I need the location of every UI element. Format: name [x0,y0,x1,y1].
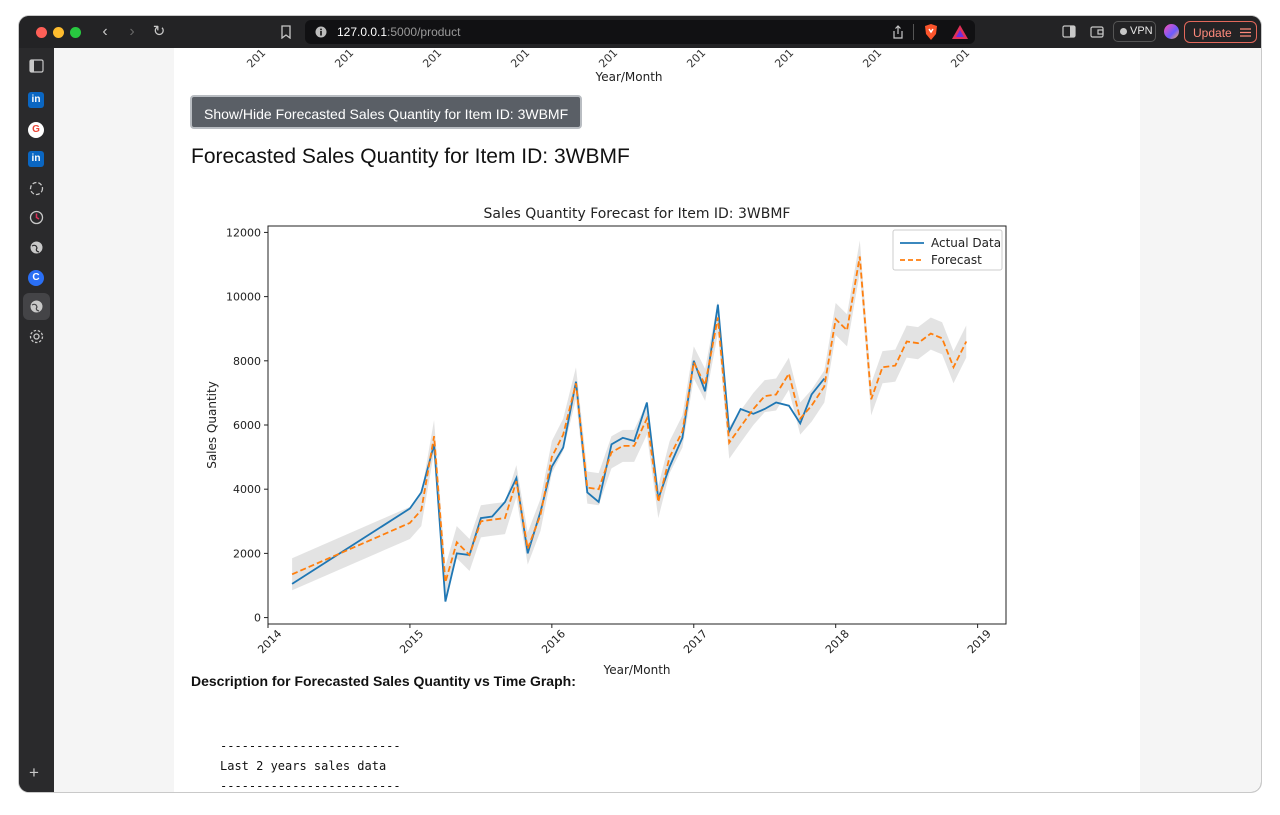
chart-title: Sales Quantity Forecast for Item ID: 3WB… [484,206,791,222]
code-line: ------------------------- [220,779,401,792]
linkedin-icon[interactable]: in [28,92,44,108]
x-tick-label: 2014 [255,627,284,656]
x-tick-label: 2019 [965,627,994,656]
y-tick-label: 2000 [233,547,261,560]
linkedin-icon[interactable]: in [28,151,44,167]
sidebar-toggle-icon[interactable] [29,59,44,73]
google-icon[interactable]: G [28,122,44,138]
globe-icon[interactable] [29,240,44,255]
back-icon[interactable]: ‹ [95,22,115,42]
tick-label: 201 [332,48,356,70]
vpn-status-icon [1120,28,1127,35]
previous-chart-fragment: 201 201 201 201 201 201 201 201 201Year/Month [244,48,972,84]
brave-shields-icon[interactable] [923,23,939,41]
brave-rewards-icon[interactable] [951,24,969,40]
tick-label: 201 [420,48,444,70]
description-text: ------------------------- Last 2 years s… [220,736,401,792]
reload-icon[interactable]: ↻ [149,22,169,42]
update-button[interactable]: Update [1184,21,1257,43]
url-path: :5000/product [387,25,461,39]
update-label: Update [1193,26,1232,40]
forecast-chart: Sales Quantity Forecast for Item ID: 3WB… [205,206,1007,677]
tick-label: 201 [684,48,708,70]
x-tick-label: 2018 [823,627,852,656]
wallet-icon[interactable] [1090,25,1104,38]
toolbar-divider [913,24,914,40]
browser-window: ‹ › ↻ 127.0.0.1:5000/product VPN Update … [19,16,1261,792]
tick-label: 201 [508,48,532,70]
y-axis-label: Sales Quantity [205,381,219,469]
profile-avatar-icon[interactable] [1164,24,1179,39]
url-host: 127.0.0.1 [337,25,388,39]
timer-icon[interactable] [29,210,44,225]
y-tick-label: 8000 [233,355,261,368]
tick-label: 201 [596,48,620,70]
forecast-heading: Forecasted Sales Quantity for Item ID: 3… [191,145,630,168]
x-axis-label: Year/Month [602,663,670,677]
sidebar-panel-icon[interactable] [1062,25,1076,38]
vpn-label: VPN [1130,25,1153,37]
minimize-window-button[interactable] [53,27,64,38]
x-tick-label: 2016 [539,627,568,656]
add-panel-button[interactable]: + [29,763,39,783]
browser-sidebar: in G in C + [19,48,54,792]
forecast-confidence-band [292,240,967,599]
share-icon[interactable] [892,25,904,39]
y-tick-label: 0 [254,612,261,625]
maximize-window-button[interactable] [70,27,81,38]
url-text: 127.0.0.1:5000/product [337,25,460,39]
settings-icon[interactable] [29,329,44,344]
x-tick-label: 2017 [681,627,710,656]
y-tick-label: 4000 [233,483,261,496]
x-axis-label: Year/Month [594,70,662,84]
close-window-button[interactable] [36,27,47,38]
browser-toolbar: ‹ › ↻ 127.0.0.1:5000/product VPN Update [19,16,1261,48]
product-page: 201 201 201 201 201 201 201 201 201 Year/Month Sh… [174,48,1140,792]
code-line: Last 2 years sales data [220,759,387,773]
x-tick-label: 2015 [397,627,426,656]
tick-label: 201 [860,48,884,70]
y-tick-label: 6000 [233,419,261,432]
circle-dashed-icon[interactable] [29,181,44,196]
tick-label: 201 [772,48,796,70]
menu-icon [1240,28,1251,37]
site-info-icon[interactable] [315,26,327,38]
tick-label: 201 [948,48,972,70]
y-tick-label: 12000 [226,226,261,239]
y-tick-label: 10000 [226,291,261,304]
address-bar[interactable]: 127.0.0.1:5000/product [305,20,975,44]
sidebar-active-item[interactable] [23,293,50,320]
bookmark-icon[interactable] [280,25,292,39]
description-title: Description for Forecasted Sales Quantit… [191,673,576,689]
tick-label: 201 [244,48,268,70]
globe-icon [30,300,43,313]
vpn-button[interactable]: VPN [1113,21,1156,42]
code-line: ------------------------- [220,739,401,753]
web-content: 201 201 201 201 201 201 201 201 201 Year/Month Sh… [54,48,1261,792]
show-hide-forecast-button[interactable]: Show/Hide Forecasted Sales Quantity for … [190,95,583,129]
forward-icon[interactable]: › [122,22,142,42]
legend-label: Actual Data [931,236,1001,250]
legend-label: Forecast [931,253,982,267]
c-app-icon[interactable]: C [28,270,44,286]
